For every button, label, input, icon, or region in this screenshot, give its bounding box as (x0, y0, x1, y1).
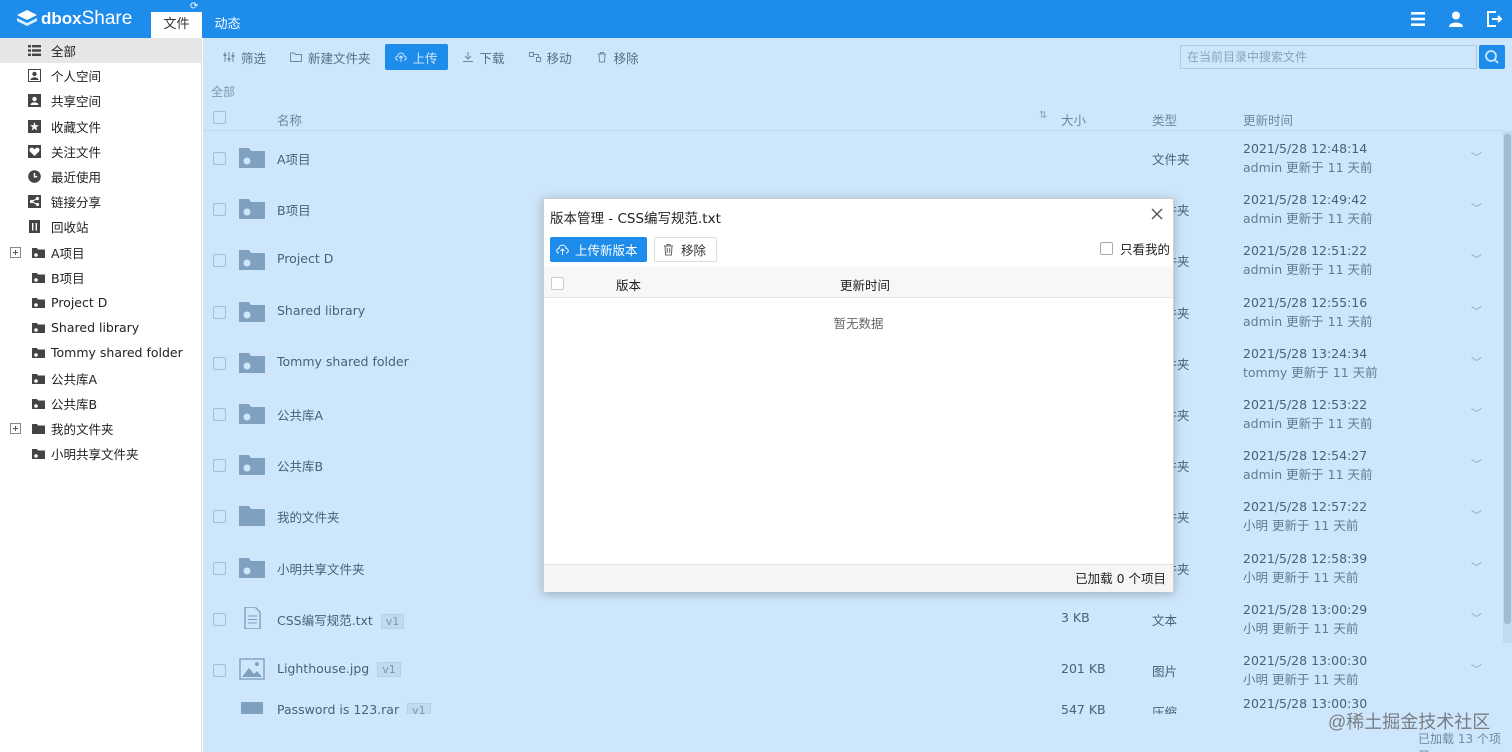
sidebar-item-link-share[interactable]: 链接分享 (0, 189, 201, 214)
upload-new-version-label: 上传新版本 (575, 243, 638, 258)
shared-folder-icon (32, 398, 45, 409)
sidebar-item-recent[interactable]: 最近使用 (0, 164, 201, 189)
tree-item-my-folder[interactable]: 我的文件夹 (0, 416, 201, 441)
dialog-remove-label: 移除 (681, 243, 707, 258)
top-icons (1408, 9, 1504, 29)
shared-folder-icon (32, 348, 45, 359)
logo-text: dbox (41, 9, 82, 28)
shared-folder-icon (32, 449, 45, 460)
version-table-header: 版本 更新时间 (544, 267, 1173, 298)
logo-text-2: Share (81, 8, 133, 29)
tree-item-public-a[interactable]: 公共库A (0, 365, 201, 390)
tree-item-label: B项目 (51, 270, 85, 286)
header-update-time: 更新时间 (840, 278, 891, 293)
sidebar-item-shared[interactable]: 共享空间 (0, 88, 201, 113)
tree-item-label: Project D (51, 294, 108, 310)
tree-item-a-project[interactable]: A项目 (0, 240, 201, 265)
select-all-checkbox[interactable] (551, 277, 564, 290)
tab-files[interactable]: 文件 (151, 12, 202, 38)
sidebar-item-label: 最近使用 (51, 170, 102, 186)
upload-icon (556, 244, 569, 255)
sidebar-item-label: 关注文件 (51, 144, 102, 160)
expand-icon[interactable] (10, 246, 21, 258)
user-icon[interactable] (1446, 9, 1466, 29)
tree-item-label: Shared library (51, 320, 140, 336)
sidebar-item-label: 全部 (51, 44, 77, 60)
dialog-title: 版本管理 - CSS编写规范.txt (550, 211, 721, 227)
close-icon[interactable] (1150, 207, 1164, 221)
sidebar-item-label: 收藏文件 (51, 119, 102, 135)
share-icon (28, 195, 41, 209)
only-mine-checkbox[interactable] (1100, 242, 1113, 255)
tree-item-tommy-shared[interactable]: Tommy shared folder (0, 340, 201, 365)
expand-icon[interactable] (10, 422, 21, 434)
tree-item-label: A项目 (51, 245, 85, 261)
top-nav: 文件 动态 (151, 12, 253, 38)
dialog-footer: 已加载 0 个项目 (544, 564, 1173, 592)
tree-item-project-d[interactable]: Project D (0, 290, 201, 315)
shared-folder-icon (32, 297, 45, 308)
sidebar-item-label: 个人空间 (51, 69, 102, 85)
sidebar-item-recycle-bin[interactable]: 回收站 (0, 214, 201, 239)
shared-folder-icon (32, 323, 45, 334)
dialog-remove-button[interactable]: 移除 (654, 237, 717, 262)
only-mine-toggle[interactable]: 只看我的 (1100, 239, 1170, 258)
sidebar-item-label: 共享空间 (51, 94, 102, 110)
refresh-icon[interactable]: ⟳ (190, 1, 198, 12)
sidebar-item-followed[interactable]: 关注文件 (0, 139, 201, 164)
tree-item-public-b[interactable]: 公共库B (0, 391, 201, 416)
trash-icon (29, 220, 40, 234)
tree-item-label: 公共库A (51, 371, 98, 387)
sidebar-item-label: 链接分享 (51, 195, 102, 211)
only-mine-label: 只看我的 (1120, 242, 1171, 257)
app-logo[interactable]: dbox Share (16, 6, 132, 32)
top-bar: dbox Share 文件 动态 ⟳ (0, 0, 1512, 38)
tree-item-b-project[interactable]: B项目 (0, 265, 201, 290)
tab-activity[interactable]: 动态 (202, 12, 253, 38)
tree-item-shared-library[interactable]: Shared library (0, 315, 201, 340)
logo-icon (17, 10, 37, 26)
tree-item-xiaoming-shared[interactable]: 小明共享文件夹 (0, 441, 201, 466)
heart-icon (28, 144, 41, 158)
empty-text: 暂无数据 (833, 316, 884, 331)
tree-item-label: 小明共享文件夹 (51, 447, 139, 463)
header-version: 版本 (616, 278, 642, 293)
menu-icon[interactable] (1408, 9, 1428, 29)
sidebar-item-all[interactable]: 全部 (0, 38, 201, 64)
star-icon (28, 119, 41, 133)
trash-icon (664, 244, 673, 256)
shared-folder-icon (32, 247, 45, 258)
folder-icon (32, 423, 45, 434)
tree-item-label: Tommy shared folder (51, 345, 183, 361)
sidebar-item-label: 回收站 (51, 220, 89, 236)
tree-item-label: 公共库B (51, 396, 98, 412)
watermark: @稀土掘金技术社区 (1328, 712, 1491, 732)
version-dialog: 版本管理 - CSS编写规范.txt 上传新版本 移除 只看我的 版本 更新时间… (543, 198, 1174, 592)
tree-item-label: 我的文件夹 (51, 421, 114, 437)
shared-folder-icon (32, 373, 45, 384)
list-icon (28, 45, 41, 57)
upload-new-version-button[interactable]: 上传新版本 (550, 237, 647, 262)
user-box-icon (28, 69, 41, 83)
sidebar-item-favorites[interactable]: 收藏文件 (0, 114, 201, 139)
sidebar-item-personal[interactable]: 个人空间 (0, 63, 201, 88)
sidebar: 全部 个人空间 共享空间 收藏文件 关注文件 最近使用 链接分享 回收站 A项目… (0, 38, 202, 752)
clock-icon (28, 170, 41, 183)
logout-icon[interactable] (1484, 9, 1504, 29)
shared-user-icon (28, 94, 41, 108)
shared-folder-icon (32, 272, 45, 283)
